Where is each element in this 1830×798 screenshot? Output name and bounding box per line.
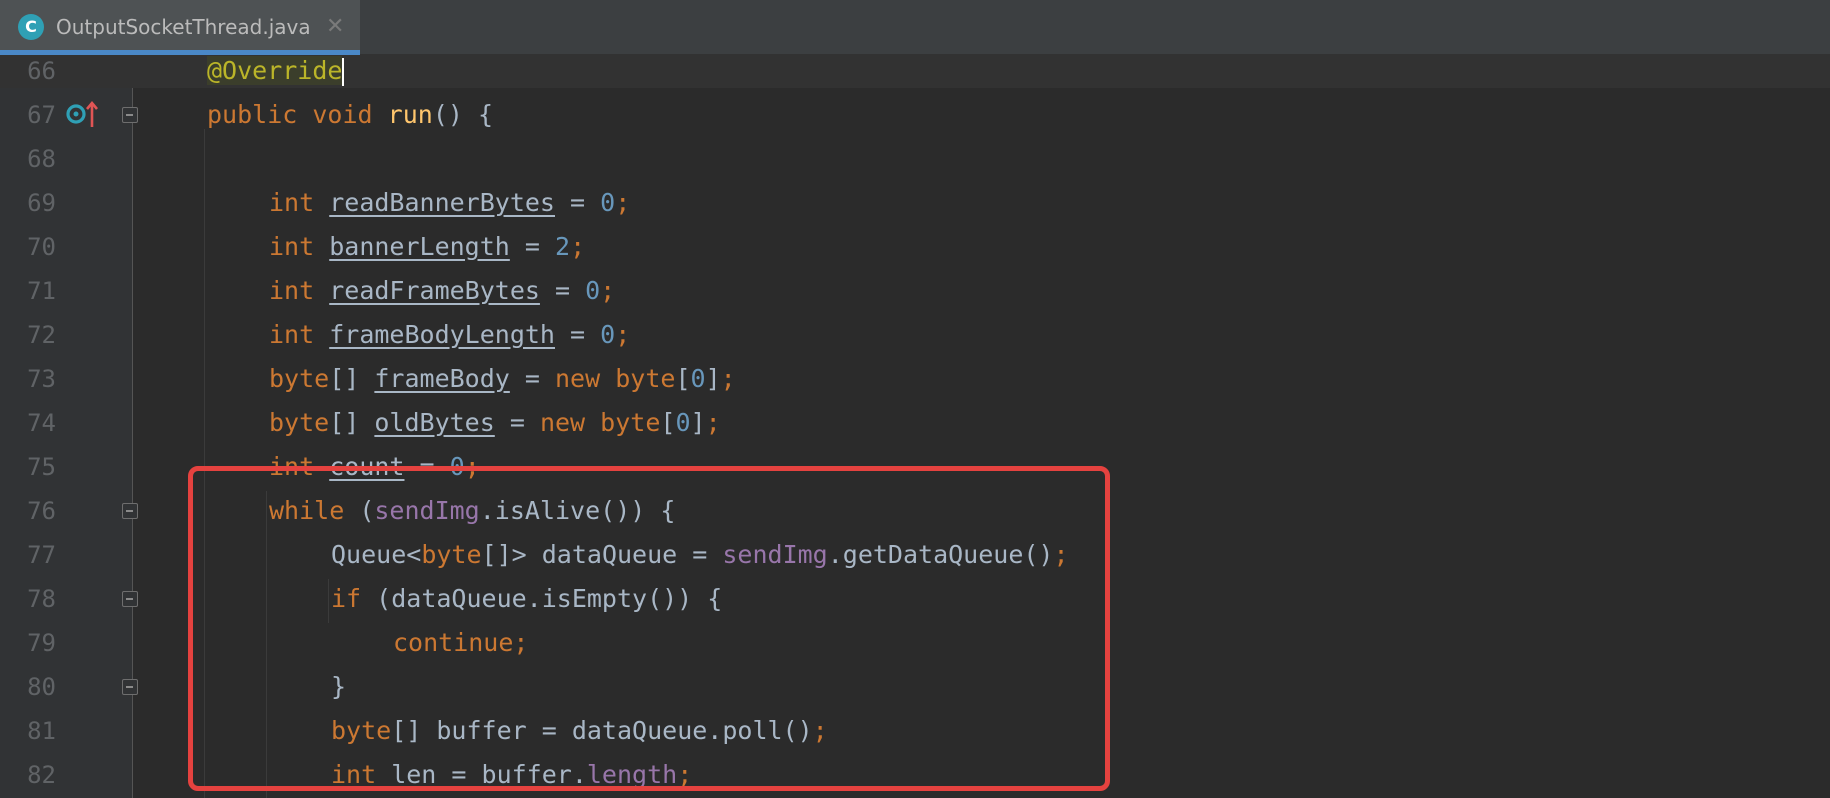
code-line[interactable]: 71 int readFrameBytes = 0; — [0, 269, 1830, 313]
code-text: int readFrameBytes = 0; — [269, 276, 616, 305]
tab-title: OutputSocketThread.java — [56, 15, 311, 39]
code-line[interactable]: 69 int readBannerBytes = 0; — [0, 181, 1830, 225]
override-method-icon[interactable] — [66, 99, 98, 129]
line-number: 68 — [27, 145, 56, 173]
line-number: 80 — [27, 673, 56, 701]
code-text: public void run() { — [207, 100, 494, 129]
code-text: byte[] frameBody = new byte[0]; — [269, 364, 736, 393]
editor-tab-bar: C OutputSocketThread.java ✕ — [0, 0, 1830, 55]
line-number: 69 — [27, 189, 56, 217]
code-text: int bannerLength = 2; — [269, 232, 586, 261]
code-line[interactable]: 73 byte[] frameBody = new byte[0]; — [0, 357, 1830, 401]
tab-outputsocketthread[interactable]: C OutputSocketThread.java ✕ — [0, 0, 360, 54]
line-number: 81 — [27, 717, 56, 745]
code-text: int frameBodyLength = 0; — [269, 320, 631, 349]
line-number: 74 — [27, 409, 56, 437]
annotation-highlight-box — [188, 466, 1110, 791]
line-number: 79 — [27, 629, 56, 657]
line-number: 73 — [27, 365, 56, 393]
line-number: 67 — [27, 101, 56, 129]
text-caret — [342, 58, 345, 86]
line-number: 75 — [27, 453, 56, 481]
code-editor[interactable]: 66 @Override 67 public void run() { 68 6… — [0, 55, 1830, 798]
line-number: 71 — [27, 277, 56, 305]
code-line[interactable]: 66 @Override — [0, 49, 1830, 93]
line-number: 82 — [27, 761, 56, 789]
fold-marker-icon[interactable] — [122, 107, 138, 123]
code-text: byte[] oldBytes = new byte[0]; — [269, 408, 721, 437]
code-line[interactable]: 72 int frameBodyLength = 0; — [0, 313, 1830, 357]
code-line[interactable]: 68 — [0, 137, 1830, 181]
code-text: int readBannerBytes = 0; — [269, 188, 631, 217]
fold-marker-icon[interactable] — [122, 503, 138, 519]
line-number: 70 — [27, 233, 56, 261]
java-class-icon: C — [18, 14, 44, 40]
line-number: 78 — [27, 585, 56, 613]
code-line[interactable]: 74 byte[] oldBytes = new byte[0]; — [0, 401, 1830, 445]
code-text: @Override — [207, 56, 345, 86]
line-number: 66 — [27, 57, 56, 85]
close-icon[interactable]: ✕ — [326, 0, 344, 54]
line-number: 77 — [27, 541, 56, 569]
code-line[interactable]: 70 int bannerLength = 2; — [0, 225, 1830, 269]
fold-marker-icon[interactable] — [122, 591, 138, 607]
code-line[interactable]: 67 public void run() { — [0, 93, 1830, 137]
line-number: 72 — [27, 321, 56, 349]
fold-marker-icon[interactable] — [122, 679, 138, 695]
line-number: 76 — [27, 497, 56, 525]
